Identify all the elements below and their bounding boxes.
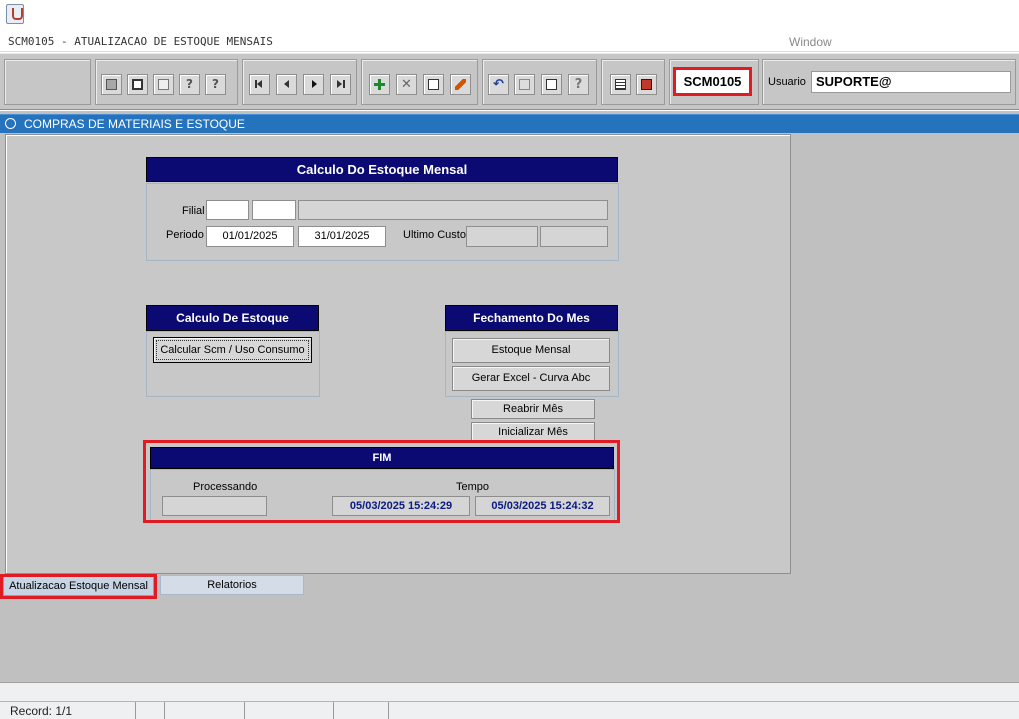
user-label: Usuario bbox=[768, 76, 806, 88]
calcular-scm-button[interactable]: Calcular Scm / Uso Consumo bbox=[153, 337, 312, 363]
first-record-button[interactable] bbox=[249, 74, 270, 95]
undo-button[interactable]: ↶ bbox=[488, 74, 509, 95]
toolbar-group-record: ✕ bbox=[361, 59, 478, 105]
periodo-start-input[interactable]: 01/01/2025 bbox=[206, 226, 294, 247]
list-of-values-button[interactable] bbox=[541, 74, 562, 95]
calc-frame bbox=[146, 183, 619, 261]
window-menu[interactable]: Window bbox=[789, 35, 832, 49]
periodo-label: Periodo bbox=[166, 229, 204, 241]
next-record-button[interactable] bbox=[303, 74, 324, 95]
print-button[interactable] bbox=[153, 74, 174, 95]
duplicate-record-button[interactable] bbox=[423, 74, 444, 95]
status-separator bbox=[244, 702, 245, 719]
menu-icon bbox=[615, 79, 626, 90]
insert-record-button[interactable] bbox=[369, 74, 390, 95]
previous-record-icon bbox=[281, 79, 292, 90]
pencil-icon bbox=[455, 79, 466, 90]
status-divider bbox=[0, 701, 1019, 702]
last-record-button[interactable] bbox=[330, 74, 351, 95]
gear-icon bbox=[5, 118, 16, 129]
tab-relatorios[interactable]: Relatorios bbox=[160, 575, 304, 595]
module-title: COMPRAS DE MATERIAIS E ESTOQUE bbox=[24, 117, 245, 131]
fim-highlight bbox=[143, 440, 620, 523]
calc-frame-title: Calculo Do Estoque Mensal bbox=[146, 157, 618, 182]
status-separator bbox=[333, 702, 334, 719]
exit-door-icon bbox=[641, 79, 652, 90]
edit-record-button[interactable] bbox=[450, 74, 471, 95]
toolbar-spacer-group bbox=[4, 59, 91, 105]
first-record-icon bbox=[254, 79, 265, 90]
status-separator bbox=[388, 702, 389, 719]
list-icon bbox=[546, 79, 557, 90]
status-separator bbox=[164, 702, 165, 719]
record-indicator: Record: 1/1 bbox=[10, 704, 73, 718]
toolbar-group-tools: ↶ ? bbox=[482, 59, 597, 105]
toolbar-group-menu bbox=[601, 59, 665, 105]
calculo-estoque-title: Calculo De Estoque bbox=[146, 305, 319, 331]
toolbar-group-navigation bbox=[242, 59, 357, 105]
save-button[interactable] bbox=[101, 74, 122, 95]
execute-query-button[interactable]: ? bbox=[205, 74, 226, 95]
help-button[interactable]: ? bbox=[568, 74, 589, 95]
app-bar bbox=[0, 0, 1019, 30]
last-record-icon bbox=[335, 79, 346, 90]
clipboard-icon bbox=[519, 79, 530, 90]
help-icon: ? bbox=[574, 77, 583, 92]
ultimo-custo-field-2 bbox=[540, 226, 608, 247]
window-button[interactable] bbox=[127, 74, 148, 95]
form-code: SCM0105 bbox=[683, 74, 742, 89]
reabrir-mes-button[interactable]: Reabrir Mês bbox=[471, 399, 595, 419]
query-icon: ? bbox=[186, 77, 193, 91]
filial-name-field bbox=[298, 200, 608, 220]
undo-icon: ↶ bbox=[493, 77, 504, 92]
active-tab-highlight bbox=[0, 574, 157, 599]
inicializar-mes-button[interactable]: Inicializar Mês bbox=[471, 422, 595, 442]
filial-code-input[interactable] bbox=[206, 200, 249, 220]
gerar-excel-button[interactable]: Gerar Excel - Curva Abc bbox=[452, 366, 610, 391]
ultimo-custo-field-1 bbox=[466, 226, 538, 247]
menu-button[interactable] bbox=[610, 74, 631, 95]
clipboard-button[interactable] bbox=[514, 74, 535, 95]
estoque-mensal-button[interactable]: Estoque Mensal bbox=[452, 338, 610, 363]
ultimo-custo-label: Ultimo Custo bbox=[403, 229, 466, 241]
previous-record-button[interactable] bbox=[276, 74, 297, 95]
periodo-end-input[interactable]: 31/01/2025 bbox=[298, 226, 386, 247]
enter-query-button[interactable]: ? bbox=[179, 74, 200, 95]
document-icon bbox=[428, 79, 439, 90]
filial-sub-input[interactable] bbox=[252, 200, 296, 220]
user-field[interactable]: SUPORTE@ bbox=[811, 71, 1011, 93]
window-icon bbox=[132, 79, 143, 90]
filial-label: Filial bbox=[182, 205, 205, 217]
save-icon bbox=[106, 79, 117, 90]
delete-icon: ✕ bbox=[401, 77, 412, 92]
delete-record-button[interactable]: ✕ bbox=[396, 74, 417, 95]
window-title: SCM0105 - ATUALIZACAO DE ESTOQUE MENSAIS bbox=[8, 35, 273, 48]
next-record-icon bbox=[308, 79, 319, 90]
java-app-icon bbox=[6, 4, 24, 24]
plus-icon bbox=[374, 79, 385, 90]
execute-query-icon: ? bbox=[212, 77, 219, 91]
fechamento-title: Fechamento Do Mes bbox=[445, 305, 618, 331]
exit-button[interactable] bbox=[636, 74, 657, 95]
status-separator bbox=[135, 702, 136, 719]
toolbar-group-edit: ? ? bbox=[95, 59, 238, 105]
print-icon bbox=[158, 79, 169, 90]
